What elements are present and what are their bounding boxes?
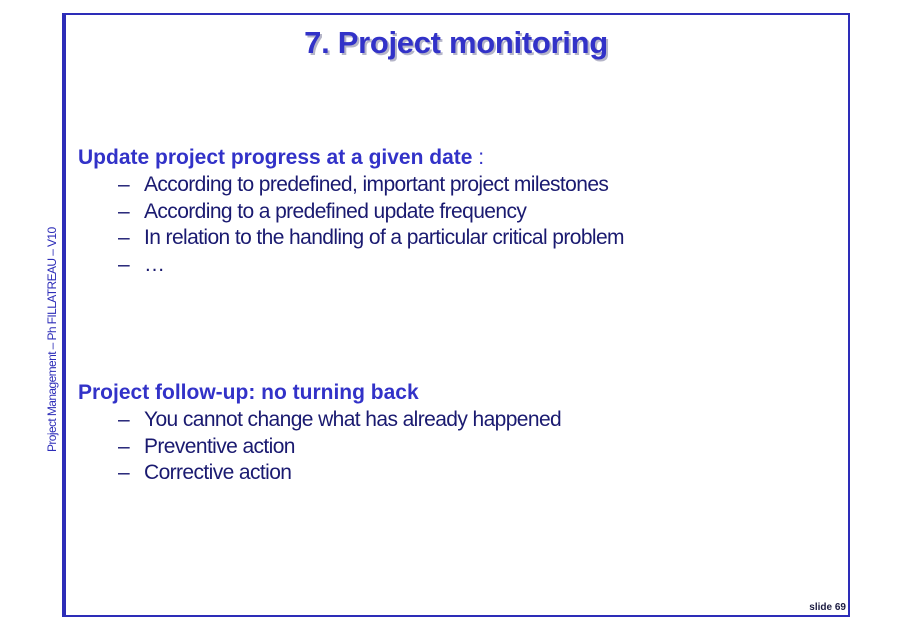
bullet-item: – Corrective action bbox=[118, 460, 561, 487]
bullet-list-follow-up: – You cannot change what has already happ… bbox=[118, 407, 562, 487]
bullet-text: Corrective action bbox=[144, 461, 292, 484]
bullet-dash: – bbox=[118, 252, 130, 276]
bullet-dash: – bbox=[118, 408, 130, 431]
bullet-dash: – bbox=[118, 461, 130, 484]
section-heading-follow-up: Project follow-up: no turning back bbox=[78, 381, 419, 404]
bullet-item: – Preventive action bbox=[118, 434, 561, 461]
bullet-list-update-progress: – According to predefined, important proj… bbox=[118, 172, 625, 279]
bullet-text: You cannot change what has already happe… bbox=[144, 408, 562, 431]
author-footer: Project Management – Ph FILLATREAU – V10 bbox=[45, 227, 59, 452]
bullet-item: – According to a predefined update freque… bbox=[118, 199, 624, 226]
bullet-item: –… bbox=[118, 252, 624, 279]
section-heading-suffix: : bbox=[472, 146, 485, 169]
bullet-text: According to a predefined update frequen… bbox=[144, 199, 527, 223]
bullet-dash: – bbox=[118, 226, 130, 249]
bullet-item: – You cannot change what has already happ… bbox=[118, 407, 562, 434]
bullet-dash: – bbox=[118, 173, 130, 196]
bullet-item: – According to predefined, important proj… bbox=[118, 172, 624, 199]
slide-title: 7. Project monitoring bbox=[304, 25, 608, 60]
bullet-dash: – bbox=[118, 199, 130, 223]
section-heading-update-progress: Update project progress at a given date … bbox=[78, 146, 484, 170]
bullet-text: Preventive action bbox=[144, 434, 295, 458]
bullet-dash: – bbox=[118, 434, 130, 458]
bullet-text: … bbox=[144, 252, 165, 276]
section-heading-text: Update project progress at a given date bbox=[78, 146, 473, 169]
bullet-item: – In relation to the handling of a partic… bbox=[118, 225, 625, 252]
slide-frame bbox=[62, 13, 850, 617]
slide-number: slide 69 bbox=[809, 602, 846, 613]
bullet-text: In relation to the handling of a particu… bbox=[144, 226, 625, 249]
bullet-text: According to predefined, important proje… bbox=[144, 173, 609, 196]
